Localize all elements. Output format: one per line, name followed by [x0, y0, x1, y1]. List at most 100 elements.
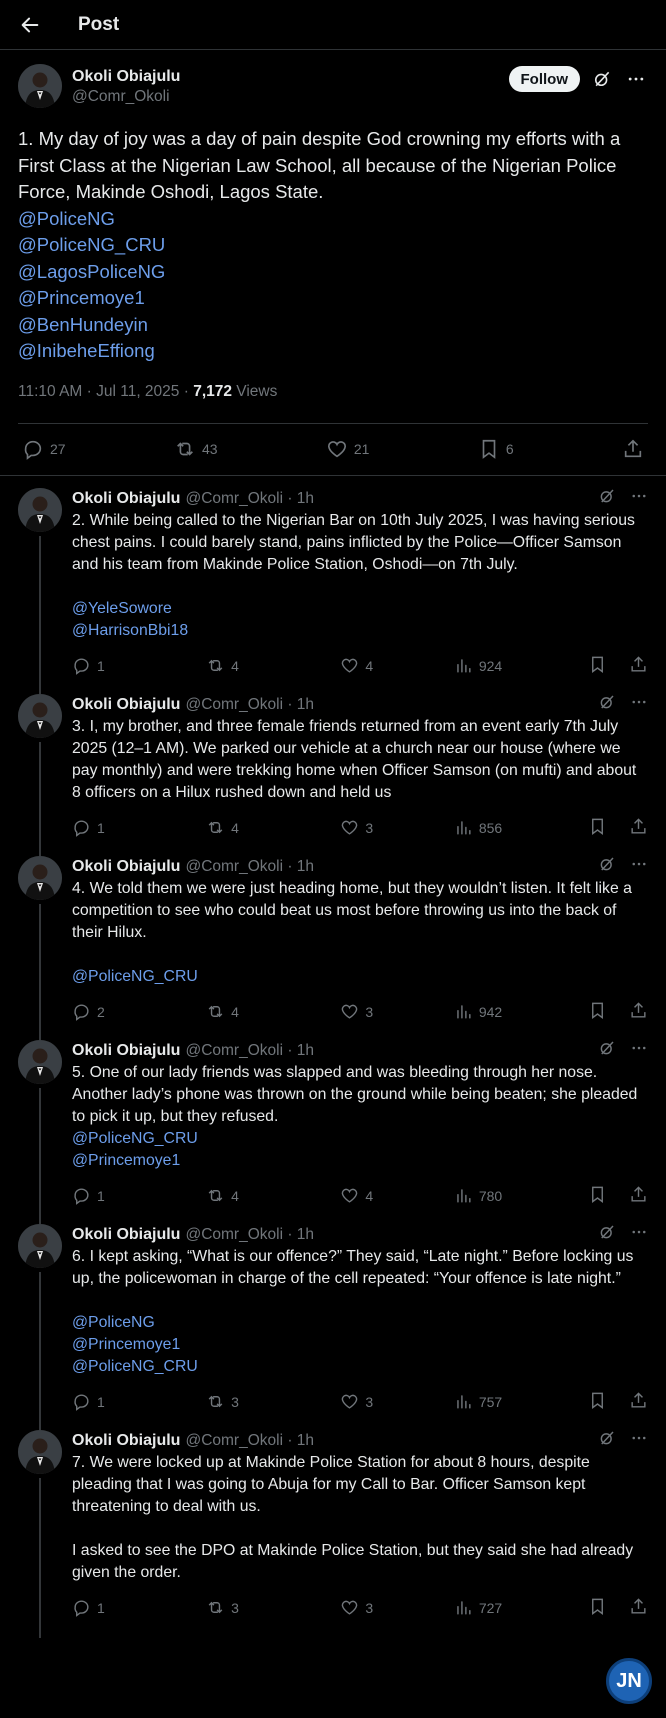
views-button[interactable]: 942: [454, 1002, 588, 1021]
repost-button[interactable]: 4: [206, 656, 340, 675]
author-handle[interactable]: @Comr_Okoli · 1h: [185, 490, 314, 508]
grok-button[interactable]: [598, 1429, 616, 1452]
like-button[interactable]: 21: [326, 438, 369, 460]
mention-link[interactable]: @PoliceNG: [72, 1312, 648, 1334]
bookmark-button[interactable]: [588, 1001, 607, 1023]
grok-button[interactable]: [598, 487, 616, 510]
reply-post[interactable]: Okoli Obiajulu @Comr_Okoli · 1h 3. I, my b…: [0, 682, 666, 858]
author-name[interactable]: Okoli Obiajulu: [72, 1041, 180, 1061]
reply-button[interactable]: 1: [72, 818, 206, 837]
author-handle[interactable]: @Comr_Okoli · 1h: [185, 1042, 314, 1060]
reply-post[interactable]: Okoli Obiajulu @Comr_Okoli · 1h 6. I kept …: [0, 1212, 666, 1432]
author-handle[interactable]: @Comr_Okoli · 1h: [185, 696, 314, 714]
author-name[interactable]: Okoli Obiajulu: [72, 695, 180, 715]
repost-button[interactable]: 3: [206, 1392, 340, 1411]
mention-link[interactable]: @HarrisonBbi18: [72, 620, 648, 642]
share-button[interactable]: [629, 1391, 648, 1413]
author-name[interactable]: Okoli Obiajulu: [72, 1225, 180, 1245]
grok-button[interactable]: [598, 855, 616, 878]
mention-link[interactable]: @Princemoye1: [72, 1334, 648, 1356]
bookmark-button[interactable]: 6: [478, 438, 514, 460]
repost-button[interactable]: 43: [174, 438, 218, 460]
avatar[interactable]: [18, 487, 62, 532]
like-button[interactable]: 4: [340, 656, 454, 675]
like-button[interactable]: 3: [340, 1392, 454, 1411]
main-post[interactable]: Okoli Obiajulu @Comr_Okoli Follow 1. My …: [0, 50, 666, 476]
share-button[interactable]: [629, 655, 648, 677]
repost-button[interactable]: 4: [206, 1002, 340, 1021]
reply-post[interactable]: Okoli Obiajulu @Comr_Okoli · 1h 4. We told…: [0, 844, 666, 1042]
reply-post[interactable]: Okoli Obiajulu @Comr_Okoli · 1h 7. We were…: [0, 1418, 666, 1638]
views-button[interactable]: 780: [454, 1186, 588, 1205]
reply-button[interactable]: 27: [22, 438, 66, 460]
mention-link[interactable]: @PoliceNG_CRU: [72, 1356, 648, 1378]
repost-button[interactable]: 4: [206, 818, 340, 837]
share-button[interactable]: [629, 1001, 648, 1023]
grok-button[interactable]: [598, 693, 616, 716]
mention-link[interactable]: @PoliceNG_CRU: [72, 1128, 648, 1150]
author-handle[interactable]: @Comr_Okoli · 1h: [185, 1226, 314, 1244]
author-name[interactable]: Okoli Obiajulu: [72, 67, 509, 87]
reply-button[interactable]: 1: [72, 1392, 206, 1411]
share-button[interactable]: [629, 817, 648, 839]
reply-post[interactable]: Okoli Obiajulu @Comr_Okoli · 1h 5. One of …: [0, 1028, 666, 1226]
share-button[interactable]: [629, 1597, 648, 1619]
share-button[interactable]: [629, 1185, 648, 1207]
repost-button[interactable]: 3: [206, 1598, 340, 1617]
avatar[interactable]: [18, 1223, 62, 1268]
back-button[interactable]: [2, 2, 58, 48]
more-button[interactable]: [624, 67, 648, 91]
like-button[interactable]: 3: [340, 1002, 454, 1021]
mention-link[interactable]: @PoliceNG: [18, 206, 648, 233]
more-button[interactable]: [630, 1223, 648, 1246]
more-button[interactable]: [630, 1429, 648, 1452]
more-button[interactable]: [630, 1039, 648, 1062]
reply-button[interactable]: 1: [72, 1186, 206, 1205]
mention-link[interactable]: @Princemoye1: [72, 1150, 648, 1172]
grok-button[interactable]: [598, 1223, 616, 1246]
views-button[interactable]: 727: [454, 1598, 588, 1617]
reply-post[interactable]: Okoli Obiajulu @Comr_Okoli · 1h 2. While b…: [0, 476, 666, 696]
bookmark-button[interactable]: [588, 1185, 607, 1207]
reply-button[interactable]: 1: [72, 656, 206, 675]
views-button[interactable]: 757: [454, 1392, 588, 1411]
views-button[interactable]: 856: [454, 818, 588, 837]
post-timestamp[interactable]: 11:10 AM · Jul 11, 2025 ·: [18, 383, 193, 400]
follow-button[interactable]: Follow: [508, 66, 580, 92]
like-button[interactable]: 4: [340, 1186, 454, 1205]
author-handle[interactable]: @Comr_Okoli · 1h: [185, 858, 314, 876]
avatar[interactable]: [18, 64, 62, 108]
mention-link[interactable]: @PoliceNG_CRU: [18, 232, 648, 259]
mention-link[interactable]: @BenHundeyin: [18, 312, 648, 339]
repost-button[interactable]: 4: [206, 1186, 340, 1205]
avatar[interactable]: [18, 855, 62, 900]
mention-link[interactable]: @InibeheEffiong: [18, 338, 648, 365]
share-button[interactable]: [622, 438, 644, 460]
avatar[interactable]: [18, 1429, 62, 1474]
mention-link[interactable]: @Princemoye1: [18, 285, 648, 312]
more-button[interactable]: [630, 855, 648, 878]
author-name[interactable]: Okoli Obiajulu: [72, 489, 180, 509]
views-button[interactable]: 924: [454, 656, 588, 675]
author-handle[interactable]: @Comr_Okoli: [72, 87, 509, 107]
avatar[interactable]: [18, 693, 62, 738]
mention-link[interactable]: @LagosPoliceNG: [18, 259, 648, 286]
like-button[interactable]: 3: [340, 1598, 454, 1617]
mention-link[interactable]: @YeleSowore: [72, 598, 648, 620]
reply-button[interactable]: 2: [72, 1002, 206, 1021]
avatar[interactable]: [18, 1039, 62, 1084]
bookmark-button[interactable]: [588, 1597, 607, 1619]
mention-link[interactable]: @PoliceNG_CRU: [72, 966, 648, 988]
reply-button[interactable]: 1: [72, 1598, 206, 1617]
more-button[interactable]: [630, 487, 648, 510]
author-name[interactable]: Okoli Obiajulu: [72, 857, 180, 877]
grok-button[interactable]: [590, 67, 614, 91]
bookmark-button[interactable]: [588, 817, 607, 839]
author-handle[interactable]: @Comr_Okoli · 1h: [185, 1432, 314, 1450]
more-button[interactable]: [630, 693, 648, 716]
author-name[interactable]: Okoli Obiajulu: [72, 1431, 180, 1451]
bookmark-button[interactable]: [588, 655, 607, 677]
like-button[interactable]: 3: [340, 818, 454, 837]
bookmark-button[interactable]: [588, 1391, 607, 1413]
grok-button[interactable]: [598, 1039, 616, 1062]
